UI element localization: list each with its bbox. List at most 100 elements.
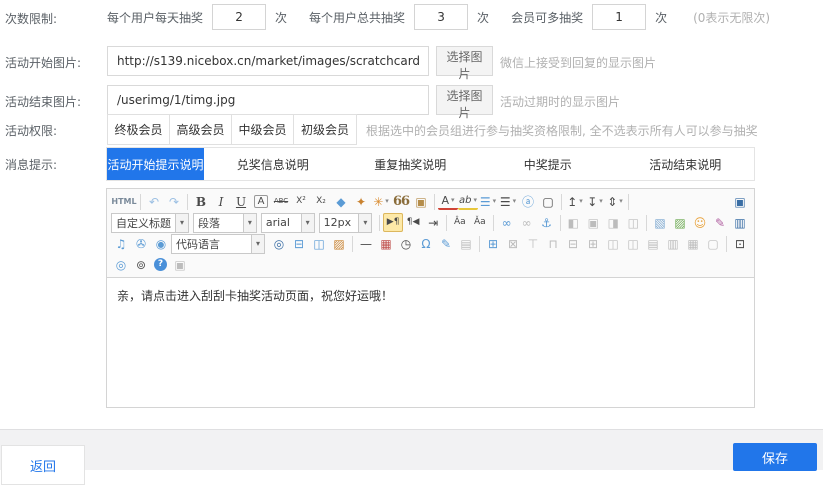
scrawl-button[interactable]: ✎	[710, 213, 730, 232]
choose-end-image-button[interactable]: 选择图片	[436, 85, 493, 115]
choose-start-image-button[interactable]: 选择图片	[436, 46, 493, 76]
insert-time-button[interactable]: ◷	[396, 234, 416, 253]
preview-button[interactable]: ◎	[111, 255, 131, 274]
ordered-list-button[interactable]: ☰	[478, 192, 498, 211]
print-button[interactable]: ⊡	[730, 234, 750, 253]
code-language-select[interactable]: 代码语言▾	[171, 234, 265, 254]
unlink-button[interactable]: ∞	[517, 213, 537, 232]
split-to-cols-button[interactable]: ▥	[663, 234, 683, 253]
to-lowercase-button[interactable]: Ǎa	[470, 213, 490, 232]
undo-button[interactable]: ↶	[144, 192, 164, 211]
line-height-button[interactable]: ⇕	[605, 192, 625, 211]
delete-table-button[interactable]: ⊠	[503, 234, 523, 253]
chevron-down-icon[interactable]: ▾	[243, 214, 256, 232]
indent-button[interactable]: ⇥	[423, 213, 443, 232]
message-tab[interactable]: 重复抽奖说明	[342, 148, 480, 180]
member-option-button[interactable]: 高级会员	[170, 115, 232, 144]
blockquote-button[interactable]: 66	[391, 192, 411, 211]
insert-video-button[interactable]: ▥	[730, 213, 750, 232]
remove-format-button[interactable]: ◆	[331, 192, 351, 211]
font-size-select[interactable]: 12px▾	[319, 213, 373, 233]
format-brush-button[interactable]: ✦	[351, 192, 371, 211]
editor-content[interactable]: 亲，请点击进入刮刮卡抽奖活动页面，祝您好运哦！	[107, 278, 754, 407]
highlight-color-button[interactable]: ab	[458, 194, 478, 210]
font-color-button[interactable]: A	[438, 194, 458, 210]
member-option-button[interactable]: 初级会员	[294, 115, 356, 144]
link-button[interactable]: ∞	[497, 213, 517, 232]
clear-doc-button[interactable]: ▢	[538, 192, 558, 211]
table-title-button[interactable]: ⊓	[543, 234, 563, 253]
table-caption-button[interactable]: ⊤	[523, 234, 543, 253]
help-button[interactable]: ?	[154, 258, 167, 271]
custom-title-select[interactable]: 自定义标题▾	[111, 213, 189, 233]
horizontal-rule-button[interactable]: —	[356, 234, 376, 253]
message-tab[interactable]: 中奖提示	[479, 148, 617, 180]
bold-button[interactable]: B	[191, 192, 211, 211]
chevron-down-icon[interactable]: ▾	[358, 214, 371, 232]
paste-filter-button[interactable]: ▣	[411, 192, 431, 211]
subscript-button[interactable]: X₂	[311, 192, 331, 211]
insert-col-button[interactable]: ⊞	[583, 234, 603, 253]
insert-audio-button[interactable]: ♫	[111, 234, 131, 253]
rtl-paragraph-button[interactable]: ¶◀	[403, 213, 423, 232]
insert-row-button[interactable]: ⊟	[563, 234, 583, 253]
image-align-inline-button[interactable]: ▣	[583, 213, 603, 232]
strikethrough-button[interactable]: ABC	[271, 192, 291, 211]
back-button[interactable]: 返回	[1, 445, 85, 485]
split-to-rows-button[interactable]: ▤	[643, 234, 663, 253]
insert-map-button[interactable]: ◉	[151, 234, 171, 253]
image-align-left-button[interactable]: ◧	[563, 213, 583, 232]
page-break-button[interactable]: ⊟	[289, 234, 309, 253]
table-sort-button[interactable]: ▦	[683, 234, 703, 253]
to-uppercase-button[interactable]: Âa	[450, 213, 470, 232]
underline-button[interactable]: U	[231, 192, 251, 211]
message-tab[interactable]: 兑奖信息说明	[204, 148, 342, 180]
font-family-select[interactable]: arial▾	[261, 213, 315, 233]
merge-cells-button[interactable]: ◫	[603, 234, 623, 253]
insert-image-button[interactable]: ▧	[650, 213, 670, 232]
paste-button[interactable]: ▣	[170, 255, 190, 274]
auto-typeset-button[interactable]: ✳	[371, 192, 391, 211]
unordered-list-button[interactable]: ☰	[498, 192, 518, 211]
member-option-button[interactable]: 终极会员	[108, 115, 170, 144]
font-border-button[interactable]: A	[254, 195, 268, 208]
chevron-down-icon[interactable]: ▾	[251, 235, 264, 253]
anchor-button[interactable]: ⚓	[537, 213, 557, 232]
italic-button[interactable]: I	[211, 192, 231, 211]
message-tab[interactable]: 活动结束说明	[617, 148, 755, 180]
insert-table-button[interactable]: ⊞	[483, 234, 503, 253]
select-all-button[interactable]: ⓐ	[518, 192, 538, 211]
split-cells-button[interactable]: ◫	[623, 234, 643, 253]
ltr-paragraph-button[interactable]: ▶¶	[383, 213, 403, 232]
insert-iframe-button[interactable]: ◫	[309, 234, 329, 253]
upload-image-button[interactable]: ▨	[670, 213, 690, 232]
end-image-url-input[interactable]	[107, 85, 429, 115]
attachment-button[interactable]: ✇	[131, 234, 151, 253]
message-tab[interactable]: 活动开始提示说明	[107, 148, 204, 180]
doc-button[interactable]: ▢	[703, 234, 723, 253]
emotion-button[interactable]: ☺	[690, 213, 710, 232]
paragraph-select[interactable]: 段落▾	[193, 213, 257, 233]
superscript-button[interactable]: X²	[291, 192, 311, 211]
save-button[interactable]: 保存	[733, 443, 817, 471]
proofread-button[interactable]: ✎	[436, 234, 456, 253]
word-image-button[interactable]: ▤	[456, 234, 476, 253]
insert-date-button[interactable]: ▦	[376, 234, 396, 253]
start-image-url-input[interactable]	[107, 46, 429, 76]
paragraph-space-bottom-button[interactable]: ↧	[585, 192, 605, 211]
image-align-right-button[interactable]: ◨	[603, 213, 623, 232]
member-option-button[interactable]: 中级会员	[232, 115, 294, 144]
fullscreen-button[interactable]: ▣	[730, 192, 750, 211]
template-button[interactable]: ▨	[329, 234, 349, 253]
screenshot-button[interactable]: ◎	[269, 234, 289, 253]
chevron-down-icon[interactable]: ▾	[301, 214, 314, 232]
special-chars-button[interactable]: Ω	[416, 234, 436, 253]
paragraph-space-top-button[interactable]: ↥	[565, 192, 585, 211]
source-code-button[interactable]: HTML	[111, 192, 137, 211]
search-replace-button[interactable]: ⊚	[131, 255, 151, 274]
limit-count-input[interactable]	[414, 4, 468, 30]
chevron-down-icon[interactable]: ▾	[175, 214, 188, 232]
image-align-center-button[interactable]: ◫	[623, 213, 643, 232]
redo-button[interactable]: ↷	[164, 192, 184, 211]
limit-count-input[interactable]	[592, 4, 646, 30]
